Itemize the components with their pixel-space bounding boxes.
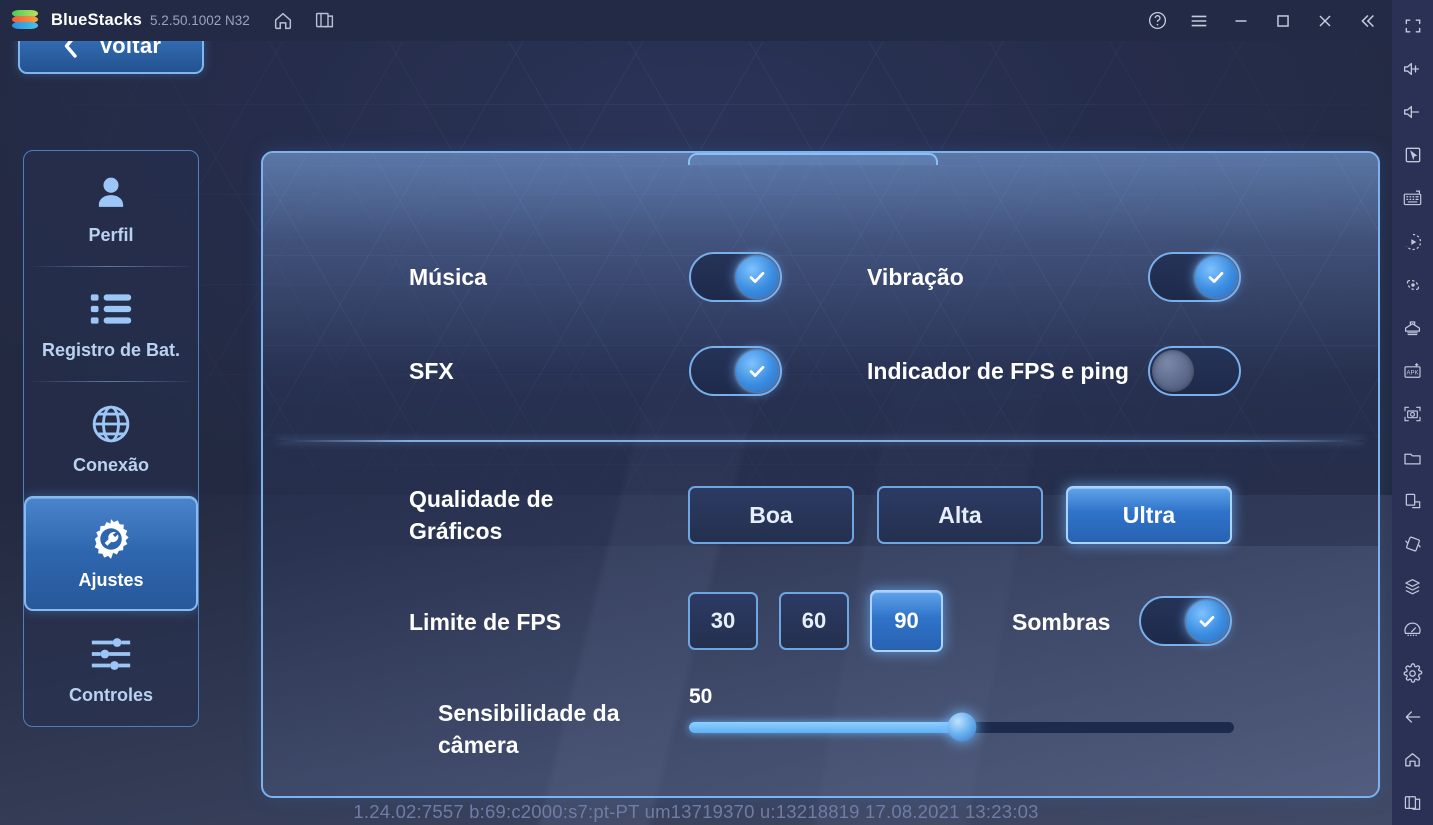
media-manager-icon[interactable] xyxy=(1400,445,1426,470)
side-menu-label-registro-de-bat: Registro de Bat. xyxy=(41,340,181,360)
section-divider xyxy=(277,440,1364,442)
toggle-indicador-de-fps-e-ping[interactable] xyxy=(1148,346,1241,396)
multi-instance-icon[interactable] xyxy=(312,8,338,34)
close-icon[interactable] xyxy=(1312,8,1338,34)
multi-instance-manager-icon[interactable] xyxy=(1400,575,1426,600)
app-version: 5.2.50.1002 N32 xyxy=(149,13,250,28)
user-icon xyxy=(89,171,133,217)
settings-panel: Música Vibração SFX Indicador de FPS e p… xyxy=(261,151,1380,798)
status-line: 1.24.02:7557 b:69:c2000:s7:pt-PT um13719… xyxy=(353,801,1039,822)
toggle-vibracao[interactable] xyxy=(1148,252,1241,302)
slider-thumb[interactable] xyxy=(947,712,976,742)
toggle-sombras[interactable] xyxy=(1139,596,1232,646)
globe-icon xyxy=(89,401,133,447)
home-icon[interactable] xyxy=(1400,747,1426,772)
app-window: BlueStacks 5.2.50.1002 N32 Voltar Perfil… xyxy=(0,0,1433,825)
keyboard-icon[interactable] xyxy=(1400,186,1426,211)
script-icon[interactable] xyxy=(1400,272,1426,297)
label-sfx: SFX xyxy=(409,358,454,384)
toggle-sfx[interactable] xyxy=(689,346,782,396)
volume-down-icon[interactable] xyxy=(1400,99,1426,124)
graphics-quality-option-alta[interactable]: Alta xyxy=(877,486,1043,544)
label-line-1: Qualidade de xyxy=(409,486,554,512)
slider-fill xyxy=(689,722,962,733)
label-limite-de-fps: Limite de FPS xyxy=(409,609,562,635)
shake-icon[interactable] xyxy=(1400,531,1426,556)
toggle-knob xyxy=(1152,350,1194,392)
fps-limit-option-90[interactable]: 90 xyxy=(870,590,943,652)
side-menu-item-ajustes[interactable]: Ajustes xyxy=(24,496,198,611)
settings-content: Música Vibração SFX Indicador de FPS e p… xyxy=(263,153,1378,796)
sliders-icon xyxy=(88,631,134,677)
toggle-knob xyxy=(1195,256,1237,298)
maximize-icon[interactable] xyxy=(1270,8,1296,34)
label-vibracao: Vibração xyxy=(867,264,964,290)
label-indicador-de-fps-e-ping: Indicador de FPS e ping xyxy=(867,358,1129,384)
window-controls xyxy=(1144,0,1386,41)
toggle-knob xyxy=(1186,600,1228,642)
fullscreen-icon[interactable] xyxy=(1400,13,1426,38)
minimize-icon[interactable] xyxy=(1228,8,1254,34)
bluestacks-logo-icon xyxy=(12,9,38,32)
titlebar: BlueStacks 5.2.50.1002 N32 xyxy=(0,0,1392,41)
eco-mode-icon[interactable] xyxy=(1400,315,1426,340)
label-line-2: Gráficos xyxy=(409,518,503,544)
label-sensibilidade-da-camera: Sensibilidade da câmera xyxy=(438,697,620,761)
label-line-1: Sensibilidade da xyxy=(438,700,620,726)
side-menu-label-perfil: Perfil xyxy=(88,225,134,245)
settings-gear-icon[interactable] xyxy=(1400,661,1426,686)
side-menu-item-registro-de-bat[interactable]: Registro de Bat. xyxy=(24,266,198,381)
volume-up-icon[interactable] xyxy=(1400,56,1426,81)
side-menu-label-ajustes: Ajustes xyxy=(78,570,144,590)
bluestacks-toolbar: APK xyxy=(1392,0,1433,825)
camera-sensitivity-slider[interactable] xyxy=(689,712,1234,742)
side-menu-item-perfil[interactable]: Perfil xyxy=(24,151,198,266)
performance-icon[interactable] xyxy=(1400,618,1426,643)
macro-recorder-icon[interactable] xyxy=(1400,229,1426,254)
recents-icon[interactable] xyxy=(1400,791,1426,816)
install-apk-icon[interactable]: APK xyxy=(1400,359,1426,384)
game-controls-icon[interactable] xyxy=(1400,143,1426,168)
rotate-icon[interactable] xyxy=(1400,488,1426,513)
label-line-2: câmera xyxy=(438,732,519,758)
side-menu-item-conexao[interactable]: Conexão xyxy=(24,381,198,496)
label-musica: Música xyxy=(409,264,487,290)
app-title: BlueStacks xyxy=(51,11,142,29)
toggle-musica[interactable] xyxy=(689,252,782,302)
toggle-knob xyxy=(736,256,778,298)
label-sombras: Sombras xyxy=(1012,609,1111,635)
graphics-quality-option-boa[interactable]: Boa xyxy=(688,486,854,544)
svg-text:APK: APK xyxy=(1407,371,1419,377)
side-menu-item-controles[interactable]: Controles xyxy=(24,611,198,726)
list-icon xyxy=(89,286,133,332)
graphics-quality-option-ultra[interactable]: Ultra xyxy=(1066,486,1232,544)
screenshot-icon[interactable] xyxy=(1400,402,1426,427)
home-icon[interactable] xyxy=(270,8,296,34)
side-menu: Perfil Registro de Bat. Conexão Ajustes … xyxy=(23,150,199,727)
side-menu-label-controles: Controles xyxy=(68,685,153,705)
side-menu-label-conexao: Conexão xyxy=(72,455,150,475)
collapse-sidebar-icon[interactable] xyxy=(1354,8,1380,34)
gear-wrench-icon xyxy=(88,516,134,562)
toggle-knob xyxy=(736,350,778,392)
label-qualidade-de-graficos: Qualidade de Gráficos xyxy=(409,483,553,547)
camera-sensitivity-value: 50 xyxy=(689,685,713,708)
back-arrow-icon[interactable] xyxy=(1400,704,1426,729)
menu-icon[interactable] xyxy=(1186,8,1212,34)
fps-limit-option-60[interactable]: 60 xyxy=(779,592,849,650)
help-icon[interactable] xyxy=(1144,8,1170,34)
fps-limit-option-30[interactable]: 30 xyxy=(688,592,758,650)
